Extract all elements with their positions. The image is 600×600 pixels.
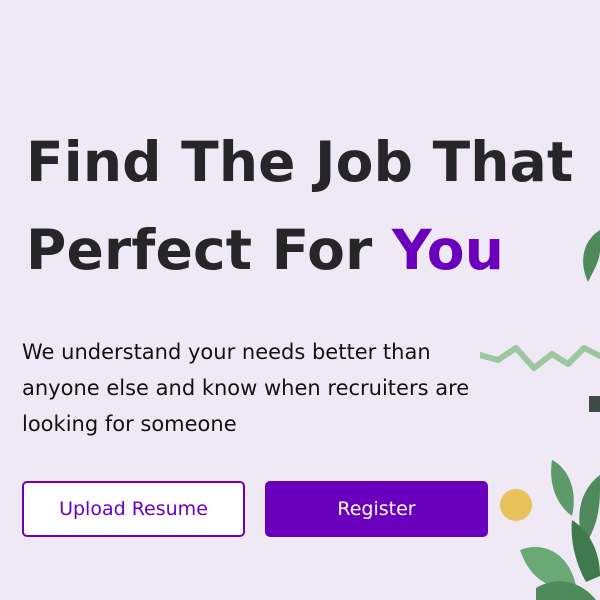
- sun-circle-icon: [500, 489, 532, 521]
- hero-title-accent: You: [391, 218, 505, 282]
- hero-title: Find The Job That Perfect For You: [26, 118, 573, 294]
- upload-resume-label: Upload Resume: [59, 498, 208, 520]
- leaf-plant-icon: [583, 230, 600, 282]
- hero-subtitle: We understand your needs better than any…: [22, 340, 470, 436]
- hero-title-line2-prefix: Perfect For: [26, 218, 392, 282]
- register-label: Register: [337, 498, 416, 520]
- upload-resume-button[interactable]: Upload Resume: [22, 481, 245, 537]
- register-button[interactable]: Register: [265, 481, 488, 537]
- hero-title-line1: Find The Job That: [26, 130, 574, 194]
- leaf-cluster-icon: [520, 460, 600, 600]
- small-square-icon: [589, 396, 600, 412]
